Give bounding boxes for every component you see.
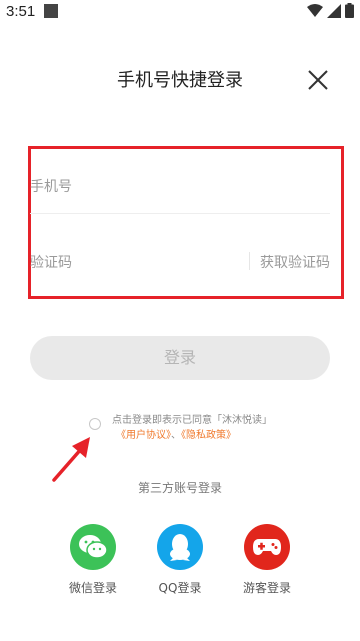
wechat-icon <box>70 524 116 570</box>
qq-login-label: QQ登录 <box>158 581 202 595</box>
user-agreement-link[interactable]: 《用户协议》 <box>116 430 171 441</box>
phone-input[interactable]: 手机号 <box>30 176 72 196</box>
get-code-button[interactable]: 获取验证码 <box>260 252 330 272</box>
status-icons <box>307 3 354 18</box>
form-highlight-box <box>28 146 344 299</box>
arrow-icon <box>52 437 90 482</box>
third-party-title: 第三方账号登录 <box>137 481 222 495</box>
login-button[interactable]: 登录 <box>30 336 330 380</box>
signal-icon <box>327 3 341 18</box>
status-time: 3:51 <box>6 3 36 20</box>
qq-login-button[interactable]: QQ登录 <box>145 524 215 596</box>
close-button[interactable] <box>306 68 330 92</box>
privacy-policy-link[interactable]: 《隐私政策》 <box>181 430 236 441</box>
agreement-separator: 、 <box>171 430 181 441</box>
status-bar: 3:51 <box>0 0 360 26</box>
close-icon <box>308 70 328 90</box>
notification-icon <box>44 4 58 18</box>
phone-divider <box>30 213 330 214</box>
agreement-links: 《用户协议》、《隐私政策》 <box>116 426 236 441</box>
code-separator <box>249 252 250 270</box>
battery-icon <box>345 3 354 18</box>
wechat-login-label: 微信登录 <box>68 581 117 595</box>
wechat-login-button[interactable]: 微信登录 <box>58 524 128 596</box>
agreement-checkbox[interactable] <box>89 418 101 430</box>
guest-login-button[interactable]: 游客登录 <box>232 524 302 596</box>
gamepad-icon <box>244 524 290 570</box>
guest-login-label: 游客登录 <box>242 581 291 595</box>
qq-icon <box>157 524 203 570</box>
code-input[interactable]: 验证码 <box>30 252 72 272</box>
agreement-text: 点击登录即表示已同意「沐沐悦读」 <box>112 415 272 426</box>
wifi-icon <box>307 3 323 17</box>
